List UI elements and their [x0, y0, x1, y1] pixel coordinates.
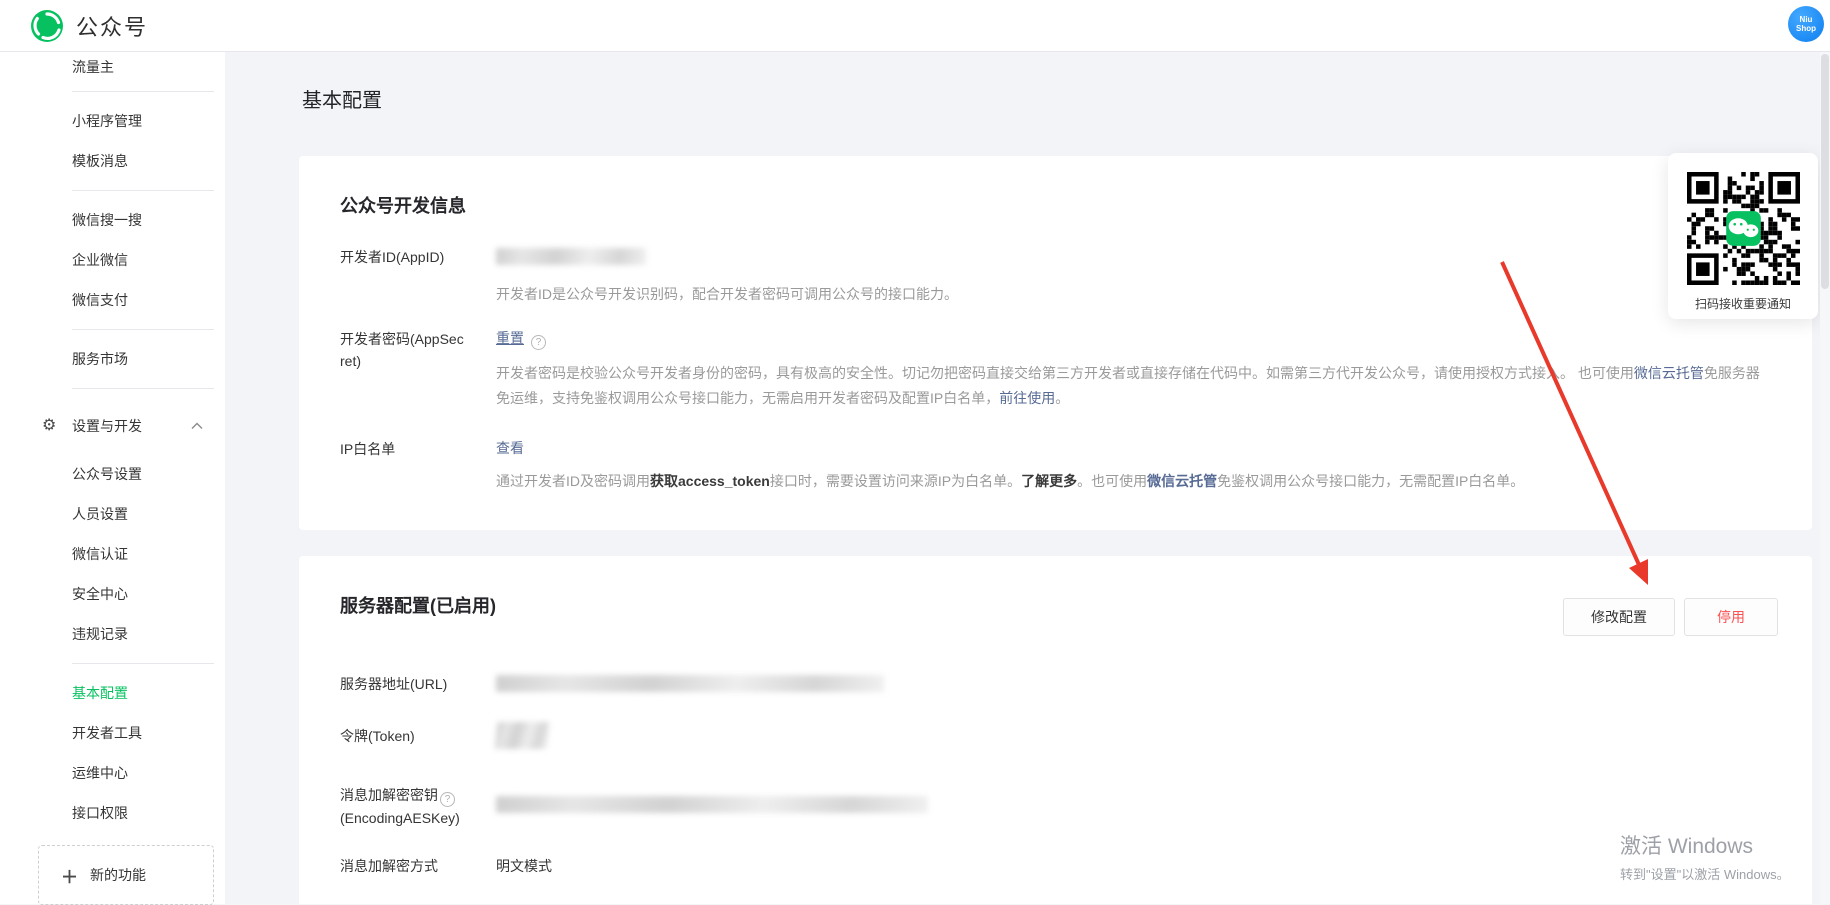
encrypt-mode-label: 消息加解密方式: [340, 855, 496, 877]
modify-config-button[interactable]: 修改配置: [1563, 598, 1675, 636]
qr-code: [1687, 172, 1800, 285]
disable-button[interactable]: 停用: [1684, 598, 1778, 636]
reset-link[interactable]: 重置: [496, 330, 524, 346]
sidebar-item-wechat-pay[interactable]: 微信支付: [0, 280, 225, 320]
sidebar-item-miniprogram-management[interactable]: 小程序管理: [0, 101, 225, 141]
dev-info-card: 公众号开发信息 开发者ID(AppID) 开发者ID是公众号开发识别码，配合开发…: [299, 156, 1812, 530]
sidebar-item-wechat-search[interactable]: 微信搜一搜: [0, 200, 225, 240]
server-url-value-redacted: [496, 675, 884, 692]
sidebar-item-work-wechat[interactable]: 企业微信: [0, 240, 225, 280]
wechat-mp-logo[interactable]: 公众号: [30, 9, 148, 43]
aes-key-value-redacted: [496, 796, 928, 813]
aes-key-row: 消息加解密密钥? (EncodingAESKey): [340, 784, 1771, 829]
sidebar-item-violation-records[interactable]: 违规记录: [0, 614, 225, 654]
sidebar-group-settings-and-dev[interactable]: ⚙设置与开发: [0, 398, 225, 454]
app-title: 公众号: [76, 10, 148, 42]
chevron-up-icon: [191, 422, 203, 430]
server-url-label: 服务器地址(URL): [340, 673, 496, 695]
sidebar-item-basic-config[interactable]: 基本配置: [0, 673, 225, 713]
encrypt-mode-row: 消息加解密方式 明文模式: [340, 855, 1771, 877]
new-feature-label: 新的功能: [90, 865, 146, 885]
appsecret-label: 开发者密码(AppSec ret): [340, 328, 496, 372]
appid-label: 开发者ID(AppID): [340, 246, 496, 268]
encrypt-mode-value: 明文模式: [496, 858, 552, 874]
appid-value-redacted: [496, 248, 646, 265]
windows-activation-watermark: 激活 Windows 转到"设置"以激活 Windows。: [1620, 834, 1790, 883]
cloud-hosting-link-2[interactable]: 微信云托管: [1147, 473, 1217, 489]
sidebar-item-ops-center[interactable]: 运维中心: [0, 753, 225, 793]
ip-whitelist-label: IP白名单: [340, 438, 496, 460]
vertical-scrollbar: [1820, 52, 1830, 904]
appid-row: 开发者ID(AppID) 开发者ID是公众号开发识别码，配合开发者密码可调用公众…: [340, 246, 1771, 307]
scrollbar-thumb[interactable]: [1821, 54, 1829, 289]
cloud-hosting-link[interactable]: 微信云托管: [1634, 365, 1704, 381]
account-avatar[interactable]: Niu Shop: [1788, 6, 1824, 42]
sidebar-divider: [72, 91, 214, 92]
sidebar-item-security-center[interactable]: 安全中心: [0, 574, 225, 614]
appsecret-desc: 开发者密码是校验公众号开发者身份的密码，具有极高的安全性。切记勿把密码直接交给第…: [496, 361, 1771, 411]
ip-whitelist-row: IP白名单 查看 通过开发者ID及密码调用获取access_token接口时，需…: [340, 438, 1771, 494]
qr-notice-panel: 扫码接收重要通知: [1668, 153, 1818, 319]
go-use-link[interactable]: 前往使用: [999, 390, 1055, 406]
qr-caption: 扫码接收重要通知: [1668, 295, 1818, 312]
sidebar-divider: [72, 329, 214, 330]
sidebar-item-api-permissions[interactable]: 接口权限: [0, 793, 225, 833]
sidebar-item-wechat-verification[interactable]: 微信认证: [0, 534, 225, 574]
page-title: 基本配置: [302, 84, 382, 113]
help-icon[interactable]: ?: [440, 792, 455, 807]
server-url-row: 服务器地址(URL): [340, 673, 1771, 695]
token-value-redacted: [495, 722, 550, 749]
sidebar-item-staff-settings[interactable]: 人员设置: [0, 494, 225, 534]
aes-key-label: 消息加解密密钥? (EncodingAESKey): [340, 784, 496, 829]
server-config-title: 服务器配置(已启用): [340, 592, 496, 618]
appsecret-row: 开发者密码(AppSec ret) 重置? 开发者密码是校验公众号开发者身份的密…: [340, 328, 1771, 411]
appid-desc: 开发者ID是公众号开发识别码，配合开发者密码可调用公众号的接口能力。: [496, 282, 1771, 307]
gear-icon: ⚙: [42, 398, 56, 454]
ip-whitelist-desc: 通过开发者ID及密码调用获取access_token接口时，需要设置访问来源IP…: [496, 469, 1771, 494]
dev-info-title: 公众号开发信息: [340, 192, 466, 218]
view-link[interactable]: 查看: [496, 440, 524, 456]
sidebar-nav: 流量主小程序管理模板消息微信搜一搜企业微信微信支付服务市场 ⚙设置与开发公众号设置…: [0, 52, 225, 833]
sidebar-item-traffic[interactable]: 流量主: [0, 52, 225, 82]
server-config-card: 服务器配置(已启用) 修改配置 停用 服务器地址(URL) 令牌(Token) …: [299, 556, 1812, 904]
sidebar-item-account-settings[interactable]: 公众号设置: [0, 454, 225, 494]
top-header: 公众号 Niu Shop: [0, 0, 1830, 52]
sidebar-divider: [72, 190, 214, 191]
sidebar-item-developer-tools[interactable]: 开发者工具: [0, 713, 225, 753]
help-icon[interactable]: ?: [531, 335, 546, 350]
token-row: 令牌(Token): [340, 725, 1771, 749]
wechat-mp-logo-icon: [30, 9, 64, 43]
sidebar-item-service-market[interactable]: 服务市场: [0, 339, 225, 379]
token-label: 令牌(Token): [340, 725, 496, 747]
sidebar-divider: [72, 663, 214, 664]
learn-more-link[interactable]: 了解更多: [1021, 473, 1077, 489]
new-feature-button[interactable]: ＋ 新的功能: [38, 845, 214, 905]
sidebar-divider: [72, 388, 214, 389]
sidebar-item-template-message[interactable]: 模板消息: [0, 141, 225, 181]
sidebar: 流量主小程序管理模板消息微信搜一搜企业微信微信支付服务市场 ⚙设置与开发公众号设置…: [0, 52, 225, 904]
plus-icon: ＋: [61, 863, 78, 888]
